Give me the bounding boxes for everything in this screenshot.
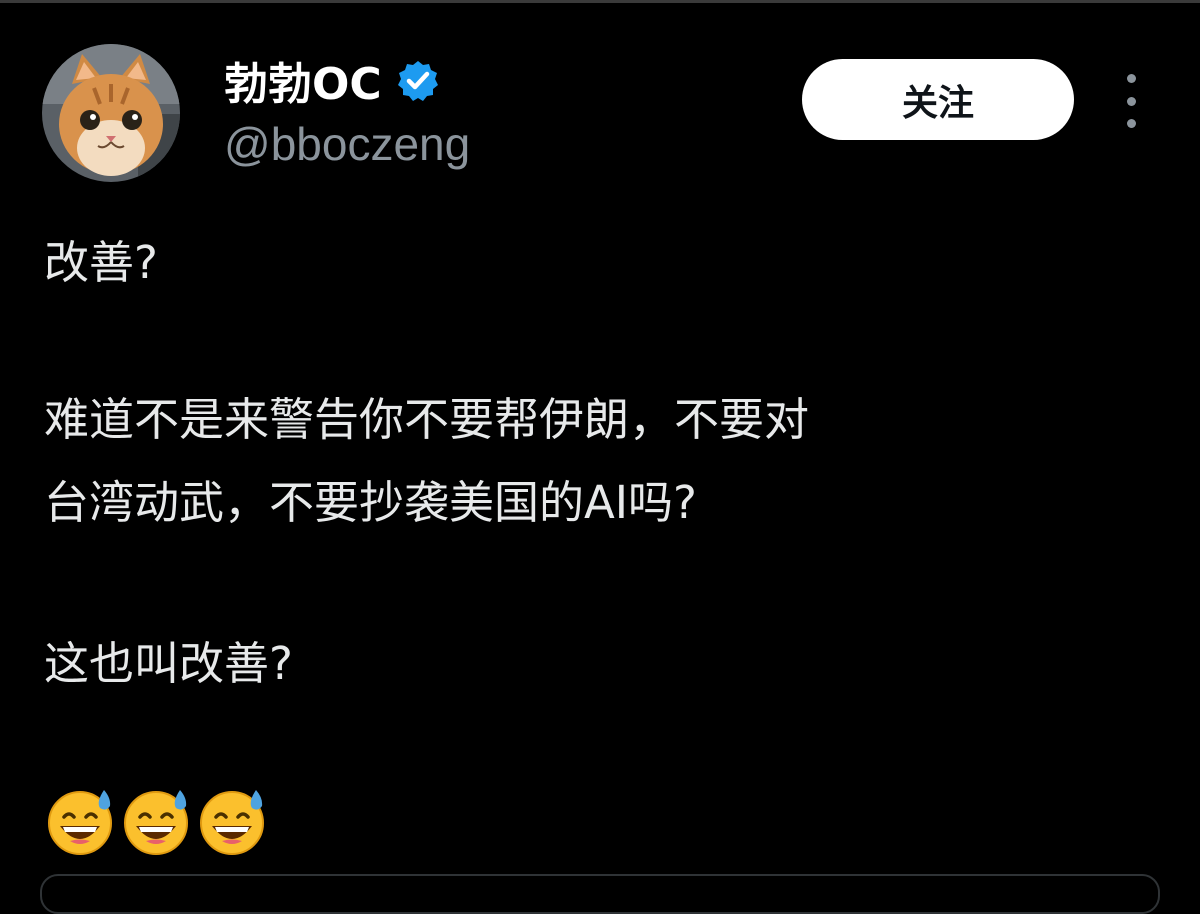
display-name[interactable]: 勃勃OC <box>224 48 382 112</box>
follow-button[interactable]: 关注 <box>802 59 1074 140</box>
avatar[interactable] <box>42 44 180 182</box>
more-options-icon[interactable] <box>1110 74 1152 128</box>
cat-avatar-icon <box>42 44 180 182</box>
grinning-face-with-sweat-icon <box>124 790 188 855</box>
top-divider <box>0 0 1200 3</box>
emoji-row <box>44 786 270 856</box>
tweet-text-line: 难道不是来警告你不要帮伊朗，不要对 <box>44 393 810 446</box>
more-dot <box>1126 96 1136 106</box>
tweet-text-line: 台湾动武，不要抄袭美国的AI吗? <box>44 476 697 529</box>
verified-badge-icon[interactable] <box>396 59 440 103</box>
tweet-text-line: 这也叫改善? <box>44 637 293 690</box>
more-dot <box>1126 119 1136 128</box>
display-name-row: 勃勃OC <box>224 50 440 110</box>
tweet-text-line: 改善? <box>44 236 158 289</box>
embedded-card-edge[interactable] <box>40 874 1160 914</box>
user-handle[interactable]: @bboczeng <box>224 117 470 171</box>
grinning-face-with-sweat-icon <box>200 790 264 855</box>
grinning-face-with-sweat-icon <box>48 790 112 855</box>
more-dot <box>1126 74 1136 83</box>
